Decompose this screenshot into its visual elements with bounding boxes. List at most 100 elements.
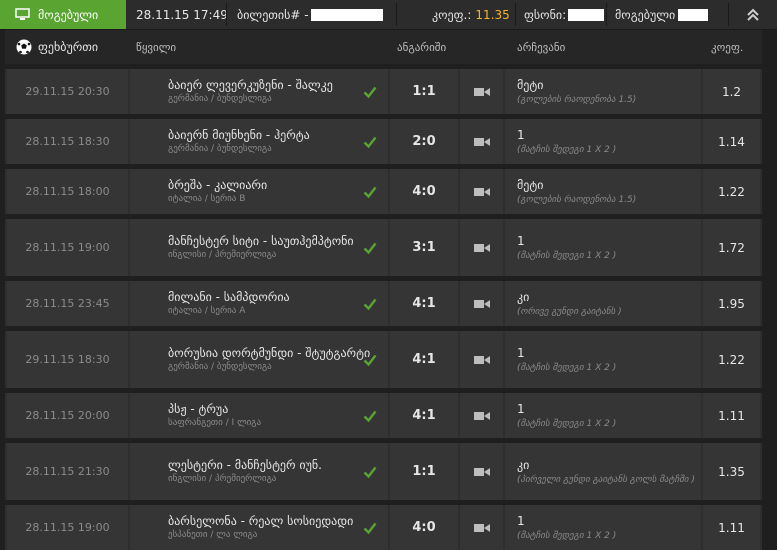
header-odds: კოეფ. bbox=[711, 40, 744, 54]
row-video-button[interactable] bbox=[460, 219, 503, 276]
row-bet-description: (ორივე გუნდი გაიტანს ) bbox=[517, 306, 622, 317]
checkmark-icon bbox=[363, 136, 377, 148]
row-league: იტალია / სერია A bbox=[168, 306, 246, 316]
row-league: ესპანეთი / ლა ლიგა bbox=[168, 530, 258, 540]
row-video-button[interactable] bbox=[460, 443, 503, 500]
ticket-number-label: ბილეთის# - bbox=[237, 7, 309, 22]
row-match[interactable]: ბრეშა - კალიარი იტალია / სერია B bbox=[130, 169, 388, 214]
row-teams: ბორუსია დორტმუნდი - შტუტგარტი bbox=[168, 346, 371, 360]
row-odds: 1.95 bbox=[703, 281, 760, 326]
row-bet: 1 (მატჩის შედეგი 1 X 2 ) bbox=[505, 219, 701, 276]
redacted-ticket-number bbox=[310, 8, 383, 21]
row-match[interactable]: მილანი - სამპდორია იტალია / სერია A bbox=[130, 281, 388, 326]
table-row: 28.11.15 20:00 პსჟ - ტრუა საფრანგეთი / I ლ… bbox=[5, 393, 762, 438]
row-bet-choice: 1 bbox=[517, 513, 525, 528]
row-bet-choice: მეტი bbox=[517, 177, 544, 192]
ticket-status-text: მოგებული bbox=[38, 7, 99, 22]
row-date: 28.11.15 18:00 bbox=[7, 169, 128, 214]
video-camera-icon bbox=[473, 87, 490, 96]
row-match[interactable]: ბაიერნ მიუნხენი - ჰერტა გერმანია / ბუნდეს… bbox=[130, 119, 388, 164]
row-match[interactable]: ლესტერი - მანჩესტერ იუნ. ინგლისი / პრემიე… bbox=[130, 443, 388, 500]
ticket-datetime: 28.11.15 17:49 bbox=[136, 7, 228, 22]
row-odds: 1.2 bbox=[703, 69, 760, 114]
header-bet: არჩევანი bbox=[517, 40, 566, 54]
row-video-button[interactable] bbox=[460, 169, 503, 214]
row-date: 28.11.15 20:00 bbox=[7, 393, 128, 438]
row-bet-description: (მატჩის შედეგი 1 X 2 ) bbox=[517, 144, 617, 155]
row-date: 28.11.15 21:30 bbox=[7, 443, 128, 500]
row-league: საფრანგეთი / I ლიგა bbox=[168, 418, 262, 428]
table-row: 28.11.15 19:00 ბარსელონა - რეალ სოსიედადი… bbox=[5, 505, 762, 550]
row-bet: მეტი (გოლების რაოდენობა 1.5) bbox=[505, 169, 701, 214]
checkmark-icon bbox=[363, 86, 377, 98]
ticket-number: ბილეთის# - bbox=[237, 0, 383, 29]
row-video-button[interactable] bbox=[460, 69, 503, 114]
ticket-topbar: მოგებული 28.11.15 17:49 ბილეთის# - კოეფ.… bbox=[0, 0, 777, 30]
row-bet-description: (მატჩის შედეგი 1 X 2 ) bbox=[517, 530, 617, 541]
row-score: 1:1 bbox=[390, 69, 458, 114]
row-league: გერმანია / ბუნდესლიგა bbox=[168, 94, 272, 104]
ticket-status-badge[interactable]: მოგებული bbox=[0, 0, 126, 29]
stake-label: ფსონი: bbox=[524, 7, 567, 22]
row-match[interactable]: მანჩესტერ სიტი - საუთჰემპტონი ინგლისი / პ… bbox=[130, 219, 388, 276]
row-teams: მანჩესტერ სიტი - საუთჰემპტონი bbox=[168, 234, 354, 248]
row-video-button[interactable] bbox=[460, 281, 503, 326]
divider bbox=[606, 3, 607, 26]
row-video-button[interactable] bbox=[460, 505, 503, 550]
checkmark-icon bbox=[363, 522, 377, 534]
row-score: 4:0 bbox=[390, 169, 458, 214]
row-video-button[interactable] bbox=[460, 331, 503, 388]
video-camera-icon bbox=[473, 299, 490, 308]
row-video-button[interactable] bbox=[460, 119, 503, 164]
row-teams: ბარსელონა - რეალ სოსიედადი bbox=[168, 514, 354, 528]
table-row: 28.11.15 23:45 მილანი - სამპდორია იტალია /… bbox=[5, 281, 762, 326]
row-bet-choice: მეტი bbox=[517, 77, 544, 92]
ticket-payout: მოგებული bbox=[615, 0, 709, 29]
row-league: გერმანია / ბუნდესლიგა bbox=[168, 362, 272, 372]
table-row: 29.11.15 18:30 ბორუსია დორტმუნდი - შტუტგა… bbox=[5, 331, 762, 388]
row-video-button[interactable] bbox=[460, 393, 503, 438]
row-match[interactable]: პსჟ - ტრუა საფრანგეთი / I ლიგა bbox=[130, 393, 388, 438]
checkmark-icon bbox=[363, 242, 377, 254]
redacted-payout bbox=[678, 8, 709, 21]
video-camera-icon bbox=[473, 467, 490, 476]
row-odds: 1.22 bbox=[703, 331, 760, 388]
row-bet-description: (მატჩის შედეგი 1 X 2 ) bbox=[517, 362, 617, 373]
video-camera-icon bbox=[473, 187, 490, 196]
row-odds: 1.14 bbox=[703, 119, 760, 164]
video-camera-icon bbox=[473, 411, 490, 420]
video-camera-icon bbox=[473, 243, 490, 252]
row-date: 29.11.15 18:30 bbox=[7, 331, 128, 388]
row-odds: 1.35 bbox=[703, 443, 760, 500]
row-bet: 1 (მატჩის შედეგი 1 X 2 ) bbox=[505, 119, 701, 164]
checkmark-icon bbox=[363, 354, 377, 366]
collapse-button[interactable] bbox=[729, 0, 777, 29]
header-score: ანგარიში bbox=[397, 40, 447, 54]
divider bbox=[396, 3, 397, 26]
row-bet-choice: კი bbox=[517, 457, 530, 472]
row-match[interactable]: ბორუსია დორტმუნდი - შტუტგარტი გერმანია / … bbox=[130, 331, 388, 388]
row-league: გერმანია / ბუნდესლიგა bbox=[168, 144, 272, 154]
coef-value: 11.35 bbox=[475, 7, 510, 22]
row-bet: 1 (მატჩის შედეგი 1 X 2 ) bbox=[505, 331, 701, 388]
ticket-stake: ფსონი: bbox=[524, 0, 605, 29]
ticket-coefficient: კოეფ.: 11.35 bbox=[432, 0, 510, 29]
checkmark-icon bbox=[363, 298, 377, 310]
row-odds: 1.11 bbox=[703, 505, 760, 550]
video-camera-icon bbox=[473, 523, 490, 532]
monitor-icon bbox=[15, 8, 30, 20]
video-camera-icon bbox=[473, 355, 490, 364]
row-bet-description: (გოლების რაოდენობა 1.5) bbox=[517, 194, 637, 205]
row-teams: პსჟ - ტრუა bbox=[168, 402, 229, 416]
row-date: 28.11.15 23:45 bbox=[7, 281, 128, 326]
payout-label: მოგებული bbox=[615, 7, 676, 22]
row-score: 4:1 bbox=[390, 393, 458, 438]
header-sport: ფეხბურთი bbox=[16, 30, 98, 64]
row-bet: მეტი (გოლების რაოდენობა 1.5) bbox=[505, 69, 701, 114]
table-header: ფეხბურთი წყვილი ანგარიში არჩევანი კოეფ. bbox=[5, 30, 762, 64]
row-bet-description: (პირველი გუნდი გაიტანს გოლს მატჩში ) bbox=[517, 474, 695, 485]
row-bet-choice: 1 bbox=[517, 401, 525, 416]
row-match[interactable]: ბაიერ ლევერკუზენი - შალკე გერმანია / ბუნდ… bbox=[130, 69, 388, 114]
row-match[interactable]: ბარსელონა - რეალ სოსიედადი ესპანეთი / ლა … bbox=[130, 505, 388, 550]
row-odds: 1.11 bbox=[703, 393, 760, 438]
